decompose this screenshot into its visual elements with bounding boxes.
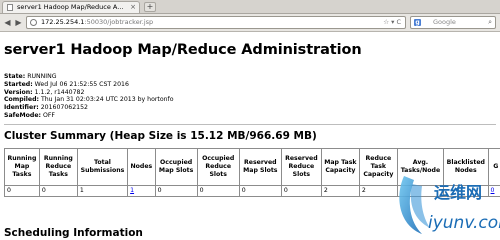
status-started: Started: Wed Jul 06 21:52:55 CST 2016 <box>4 81 496 89</box>
url-text[interactable]: 172.25.254.1:50030/jobtracker.jsp <box>41 17 153 28</box>
page-title: server1 Hadoop Map/Reduce Administration <box>4 42 362 58</box>
status-value: Thu Jan 31 02:03:24 UTC 2013 by hortonfo <box>40 96 174 104</box>
browser-tab[interactable]: server1 Hadoop Map/Reduce A... × <box>2 1 140 13</box>
table-cell: 0 <box>280 184 322 197</box>
table-cell: 0 <box>238 184 282 197</box>
tab-title: server1 Hadoop Map/Reduce A... <box>17 3 124 11</box>
watermark-cn: 运维网 <box>434 183 482 202</box>
column-header: Reserved Map Slots <box>238 147 282 186</box>
table-cell: 1 <box>76 184 129 197</box>
url-bar[interactable]: 172.25.254.1:50030/jobtracker.jsp ☆ ▾ C <box>26 16 406 29</box>
status-value: RUNNING <box>27 73 57 80</box>
forward-arrow-icon[interactable]: ▶ <box>13 17 24 28</box>
status-value: Wed Jul 06 21:52:55 CST 2016 <box>34 80 129 88</box>
site-identity-icon[interactable] <box>30 19 37 26</box>
column-header: Total Submissions <box>76 147 129 186</box>
google-search-engine-icon[interactable]: g <box>414 19 421 26</box>
status-label: Compiled: <box>4 96 40 104</box>
status-value: 201607062152 <box>40 104 88 112</box>
status-value: OFF <box>43 111 55 119</box>
table-cell: 0 <box>154 184 198 197</box>
status-version: Version: 1.1.2, r1440782 <box>4 89 496 97</box>
status-block: State: RUNNING Started: Wed Jul 06 21:52… <box>4 73 496 120</box>
status-identifier: Identifier: 201607062152 <box>4 104 496 112</box>
status-value: 1.1.2, r1440782 <box>34 88 85 96</box>
table-cell: 0 <box>4 184 40 197</box>
column-header: Running Reduce Tasks <box>38 147 78 186</box>
nodes-link[interactable]: 1 <box>130 187 134 194</box>
column-header: Running Map Tasks <box>4 147 40 186</box>
column-header: Nodes <box>127 147 156 186</box>
tab-close-icon[interactable]: × <box>130 2 136 13</box>
new-tab-button[interactable]: + <box>144 2 156 12</box>
search-bar[interactable]: g Google ⌕ <box>410 16 496 29</box>
status-compiled: Compiled: Thu Jan 31 02:03:24 UTC 2013 b… <box>4 96 496 104</box>
table-cell: 0 <box>196 184 240 197</box>
status-state: State: RUNNING <box>4 73 496 81</box>
back-arrow-icon[interactable]: ◀ <box>2 17 13 28</box>
search-placeholder: Google <box>433 18 456 26</box>
status-label: Version: <box>4 88 33 96</box>
url-bar-actions-icon[interactable]: ☆ ▾ C <box>383 17 401 28</box>
tab-bar: server1 Hadoop Map/Reduce A... × + <box>0 0 500 14</box>
cluster-summary-heading: Cluster Summary (Heap Size is 15.12 MB/9… <box>4 129 317 142</box>
status-label: Identifier: <box>4 104 39 112</box>
status-label: SafeMode: <box>4 111 42 119</box>
url-host: 172.25.254.1 <box>41 18 85 26</box>
column-header: Map Task Capacity <box>320 147 360 186</box>
column-header: Occupied Reduce Slots <box>196 147 240 186</box>
watermark-url: iyunv.com <box>428 213 500 233</box>
scheduling-information-heading: Scheduling Information <box>4 227 143 239</box>
table-cell: 1 <box>127 184 156 197</box>
status-label: State: <box>4 73 26 80</box>
column-header: Reserved Reduce Slots <box>280 147 322 186</box>
table-cell: 0 <box>38 184 78 197</box>
page-favicon-icon <box>7 4 13 11</box>
url-path: :50030/jobtracker.jsp <box>84 18 154 26</box>
status-label: Started: <box>4 80 33 88</box>
navigation-bar: ◀ ▶ 172.25.254.1:50030/jobtracker.jsp ☆ … <box>0 14 500 32</box>
table-cell: 2 <box>320 184 360 197</box>
search-magnifier-icon[interactable]: ⌕ <box>488 17 492 28</box>
status-safemode: SafeMode: OFF <box>4 112 496 120</box>
column-header: Occupied Map Slots <box>154 147 198 186</box>
watermark-logo: 运维网 iyunv.com <box>399 176 500 234</box>
divider <box>4 123 496 125</box>
